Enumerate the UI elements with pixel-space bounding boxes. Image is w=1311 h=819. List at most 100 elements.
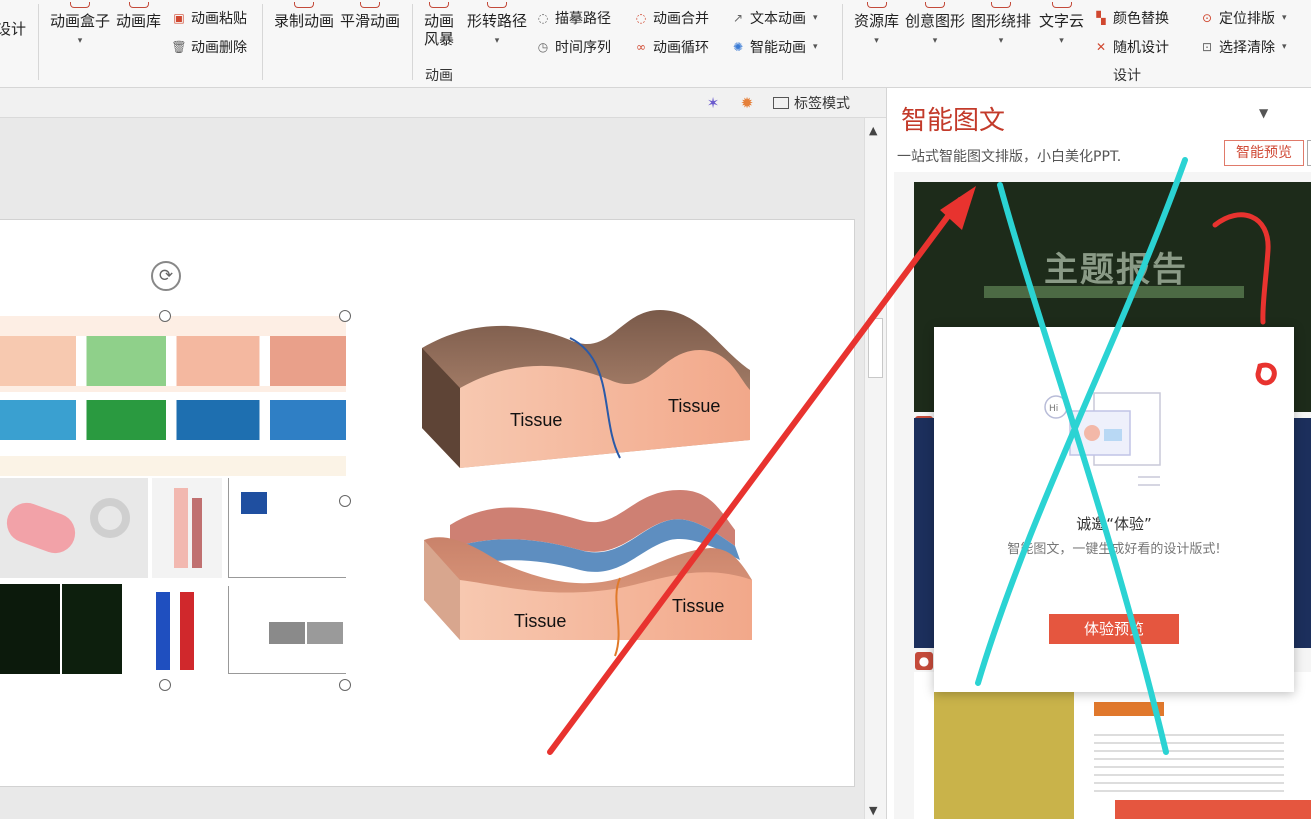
hi-bubble-text: Hi	[1049, 404, 1058, 414]
time-seq-button[interactable]: ◷ 时间序列	[536, 37, 611, 57]
invite-illustration: Hi	[1044, 392, 1161, 486]
panel-subtitle: 一站式智能图文排版，小白美化PPT.	[897, 149, 1122, 165]
anim-delete-label: 动画删除	[191, 40, 247, 56]
anim-delete-button[interactable]: 🗑 动画删除	[171, 37, 247, 57]
random-design-button[interactable]: ✕ 随机设计	[1094, 37, 1169, 57]
shape-wrap-button[interactable]: 图形绕排 ▾	[971, 2, 1031, 50]
resize-handle[interactable]	[339, 679, 351, 691]
smart-anim-button[interactable]: ✺ 智能动画 ▾	[731, 37, 818, 57]
illustration-circle-icon	[1084, 425, 1100, 441]
tab-mode-label: 标签模式	[794, 96, 850, 112]
ribbon-separator	[842, 4, 843, 80]
scroll-up-icon[interactable]: ▲	[869, 124, 877, 137]
figure-inset	[269, 622, 305, 644]
anim-lib-button[interactable]: 动画库	[116, 2, 161, 30]
chevron-down-icon: ▾	[494, 36, 500, 46]
creative-shape-label: 创意图形	[905, 12, 966, 30]
tab-mode-button[interactable]: 标签模式	[773, 93, 850, 113]
chevron-down-icon: ▾	[998, 36, 1004, 46]
record-anim-button[interactable]: 录制动画	[274, 2, 334, 30]
shape-wrap-icon	[991, 2, 1011, 8]
paste-icon: ▣	[173, 11, 185, 25]
rotate-handle[interactable]: ⟳	[151, 261, 181, 291]
group-label-design: 设计	[1113, 68, 1141, 84]
chevron-down-icon: ▾	[77, 36, 83, 46]
anim-storm-button[interactable]: 动画 风暴	[424, 2, 454, 48]
anim-storm-label-2: 风暴	[424, 30, 455, 48]
word-cloud-button[interactable]: 文字云 ▾	[1039, 2, 1084, 50]
random-design-label: 随机设计	[1113, 40, 1169, 56]
design-label: 设计	[0, 20, 27, 38]
resize-handle[interactable]	[339, 495, 351, 507]
chevron-down-icon[interactable]: ▼	[1259, 106, 1268, 120]
anim-paste-label: 动画粘贴	[191, 11, 247, 27]
shape-path-button[interactable]: 形转路径 ▾	[467, 2, 527, 50]
gear-icon[interactable]: ✹	[737, 93, 757, 113]
color-replace-button[interactable]: ▚ 颜色替换	[1094, 8, 1169, 28]
smooth-anim-button[interactable]: 平滑动画	[340, 2, 400, 30]
resize-handle[interactable]	[159, 679, 171, 691]
figure-bar-dst	[180, 592, 194, 670]
smart-preview-button[interactable]: 智能预览	[1224, 140, 1304, 166]
shape-path-label: 形转路径	[467, 12, 528, 30]
anim-box-button[interactable]: 动画盒子 ▾	[50, 2, 110, 50]
word-cloud-icon	[1051, 2, 1072, 8]
select-clear-button[interactable]: ⊡ 选择清除 ▾	[1200, 37, 1287, 57]
template-thumb[interactable]	[914, 672, 1311, 819]
position-layout-label: 定位排版	[1219, 11, 1275, 27]
figure-tissue-row	[0, 336, 346, 386]
anim-lib-label: 动画库	[116, 12, 162, 30]
resize-handle[interactable]	[339, 310, 351, 322]
creative-shape-button[interactable]: 创意图形 ▾	[905, 2, 965, 50]
bottom-banner[interactable]	[1115, 800, 1311, 819]
color-replace-label: 颜色替换	[1113, 11, 1169, 27]
storm-icon	[429, 2, 449, 8]
chevron-down-icon: ▾	[932, 36, 938, 46]
design-button[interactable]: 设计	[0, 20, 26, 38]
resize-handle[interactable]	[159, 310, 171, 322]
smooth-icon	[360, 2, 380, 8]
ribbon-separator	[412, 4, 413, 80]
figure-weight-plot	[228, 586, 346, 674]
figure-bar-control	[156, 592, 170, 670]
scroll-thumb[interactable]	[868, 318, 883, 378]
template-title: 主题报告	[1044, 250, 1188, 290]
vertical-scrollbar[interactable]: ▲ ▼	[864, 118, 886, 819]
invite-modal: Hi 诚邀“体验” 智能图文，一键生成好看的设计版式! 体验预览	[934, 327, 1294, 692]
record-icon	[294, 2, 314, 8]
tissue-label: Tissue	[672, 596, 724, 616]
anim-loop-button[interactable]: ∞ 动画循环	[634, 37, 709, 57]
tissue-label: Tissue	[510, 410, 562, 430]
template-text-lines	[1094, 728, 1284, 798]
tissue-illustration[interactable]: Tissue Tissue Tissue Tissue	[410, 300, 770, 670]
smooth-anim-label: 平滑动画	[340, 12, 401, 30]
text-anim-icon: ↗	[732, 11, 744, 25]
template-photo	[934, 692, 1074, 819]
trace-path-label: 描摹路径	[555, 11, 611, 27]
figure-photo	[0, 478, 148, 578]
figure-image[interactable]	[0, 316, 346, 686]
shape-path-icon	[487, 2, 507, 8]
anim-paste-button[interactable]: ▣ 动画粘贴	[172, 8, 247, 28]
anim-merge-label: 动画合并	[653, 11, 709, 27]
editor-toolbar: ✶ ✹ 标签模式	[0, 88, 886, 118]
figure-legend-row	[0, 456, 346, 476]
try-preview-button[interactable]: 体验预览	[1049, 614, 1179, 644]
tissue-label: Tissue	[514, 611, 566, 631]
modal-title: 诚邀“体验”	[1076, 515, 1152, 533]
res-lib-button[interactable]: 资源库 ▾	[854, 2, 899, 50]
trace-path-button[interactable]: ◌ 描摹路径	[536, 8, 611, 28]
anim-merge-button[interactable]: ◌ 动画合并	[634, 8, 709, 28]
ribbon-separator	[38, 4, 39, 80]
figure-inset	[307, 622, 343, 644]
magic-icon[interactable]: ✶	[703, 93, 723, 113]
panel-extra-button[interactable]	[1307, 140, 1311, 166]
template-bar	[984, 286, 1244, 298]
tissue-label: Tissue	[668, 396, 720, 416]
position-layout-button[interactable]: ⊙ 定位排版 ▾	[1200, 8, 1287, 28]
modal-description: 智能图文，一键生成好看的设计版式!	[1007, 542, 1221, 557]
group-label-anim: 动画	[425, 68, 453, 84]
scroll-down-icon[interactable]: ▼	[869, 804, 877, 817]
text-anim-button[interactable]: ↗ 文本动画 ▾	[731, 8, 818, 28]
chevron-down-icon: ▾	[1282, 13, 1287, 23]
